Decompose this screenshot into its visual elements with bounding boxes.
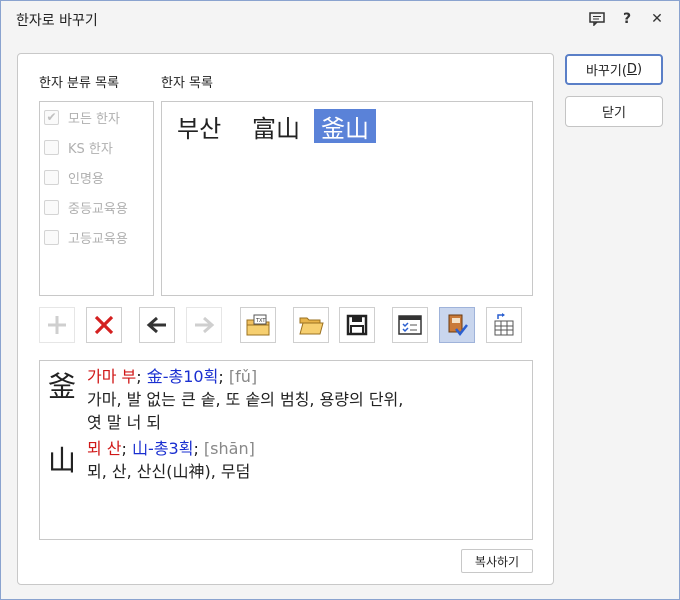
dialog-title: 한자로 바꾸기 (16, 13, 98, 29)
info-char: 釜 (48, 370, 77, 403)
title-bar: 한자로 바꾸기 ? ✕ (1, 1, 679, 37)
category-item-high-school: 고등교육용 (44, 226, 128, 248)
info-meaning: 엿 말 너 되 (87, 413, 162, 432)
copy-button[interactable]: 복사하기 (461, 549, 533, 573)
book-check-button[interactable] (439, 307, 475, 343)
hanja-item-selected[interactable]: 釜山 (314, 109, 376, 143)
hanja-item[interactable]: 부산 (171, 109, 227, 143)
category-item-ks: KS 한자 (44, 136, 113, 158)
move-right-button[interactable] (186, 307, 222, 343)
category-item-personal-name: 인명용 (44, 166, 104, 188)
user-dictionary-icon: TXT (246, 314, 270, 336)
move-left-button[interactable] (139, 307, 175, 343)
replace-hotkey: D (626, 62, 637, 77)
user-dictionary-button[interactable]: TXT (240, 307, 276, 343)
replace-button[interactable]: 바꾸기(D) (565, 54, 663, 85)
category-label: 모든 한자 (68, 111, 120, 127)
open-folder-icon (299, 317, 324, 335)
arrow-left-icon (146, 316, 166, 334)
add-icon (48, 316, 66, 334)
info-radical: 山 (132, 439, 149, 458)
category-item-all: ✔ 모든 한자 (44, 106, 120, 128)
checkbox-icon (44, 169, 59, 185)
checkbox-icon (44, 229, 59, 245)
comment-icon[interactable] (587, 9, 607, 29)
info-reading: 가마 부 (87, 367, 137, 386)
info-strokes: 총3획 (153, 439, 194, 458)
main-panel: 한자 분류 목록 한자 목록 ✔ 모든 한자 KS 한자 인명용 중등교육용 고… (17, 53, 554, 585)
hanja-list-label: 한자 목록 (161, 76, 213, 91)
info-pinyin: [fǔ] (228, 367, 258, 386)
arrow-right-icon (195, 316, 215, 334)
info-header: 가마 부; 金-총10획; [fǔ] (87, 367, 258, 386)
close-button[interactable]: 닫기 (565, 96, 663, 127)
info-meaning: 뫼, 산, 산신(山神), 무덤 (87, 462, 251, 481)
info-strokes: 총10획 (168, 367, 219, 386)
close-icon[interactable]: ✕ (647, 9, 667, 29)
checkbox-icon (44, 139, 59, 155)
settings-check-icon (398, 315, 422, 335)
info-header: 뫼 산; 山-총3획; [shān] (87, 439, 255, 458)
info-char: 山 (48, 444, 77, 477)
category-list-label: 한자 분류 목록 (39, 76, 120, 91)
checkbox-icon (44, 199, 59, 215)
save-button[interactable] (339, 307, 375, 343)
category-item-middle-school: 중등교육용 (44, 196, 128, 218)
add-button[interactable] (39, 307, 75, 343)
hanja-item[interactable]: 富山 (246, 109, 306, 143)
open-folder-button[interactable] (293, 307, 329, 343)
save-icon (346, 314, 368, 336)
category-label: 고등교육용 (68, 231, 128, 247)
checkbox-checked-icon: ✔ (44, 109, 59, 125)
settings-check-button[interactable] (392, 307, 428, 343)
category-list: ✔ 모든 한자 KS 한자 인명용 중등교육용 고등교육용 (39, 101, 154, 296)
book-check-icon (448, 314, 468, 337)
hanja-info-panel: 釜 가마 부; 金-총10획; [fǔ] 가마, 발 없는 큰 솥, 또 솥의 … (39, 360, 533, 540)
help-icon[interactable]: ? (617, 9, 637, 29)
info-meaning: 가마, 발 없는 큰 솥, 또 솥의 범칭, 용량의 단위, (87, 390, 404, 409)
hanja-list: 부산 富山 釜山 (161, 101, 533, 296)
table-import-icon (494, 313, 514, 336)
delete-button[interactable] (86, 307, 122, 343)
category-label: 중등교육용 (68, 201, 128, 217)
hanja-convert-dialog: 한자로 바꾸기 ? ✕ 한자 분류 목록 한자 목록 ✔ 모든 한자 KS 한자… (0, 0, 680, 600)
svg-text:TXT: TXT (255, 318, 266, 324)
category-label: KS 한자 (68, 141, 113, 157)
info-radical: 金 (146, 367, 163, 386)
category-label: 인명용 (68, 171, 104, 187)
table-import-button[interactable] (486, 307, 522, 343)
info-reading: 뫼 산 (87, 439, 122, 458)
info-pinyin: [shān] (203, 439, 255, 458)
delete-icon (94, 315, 114, 335)
